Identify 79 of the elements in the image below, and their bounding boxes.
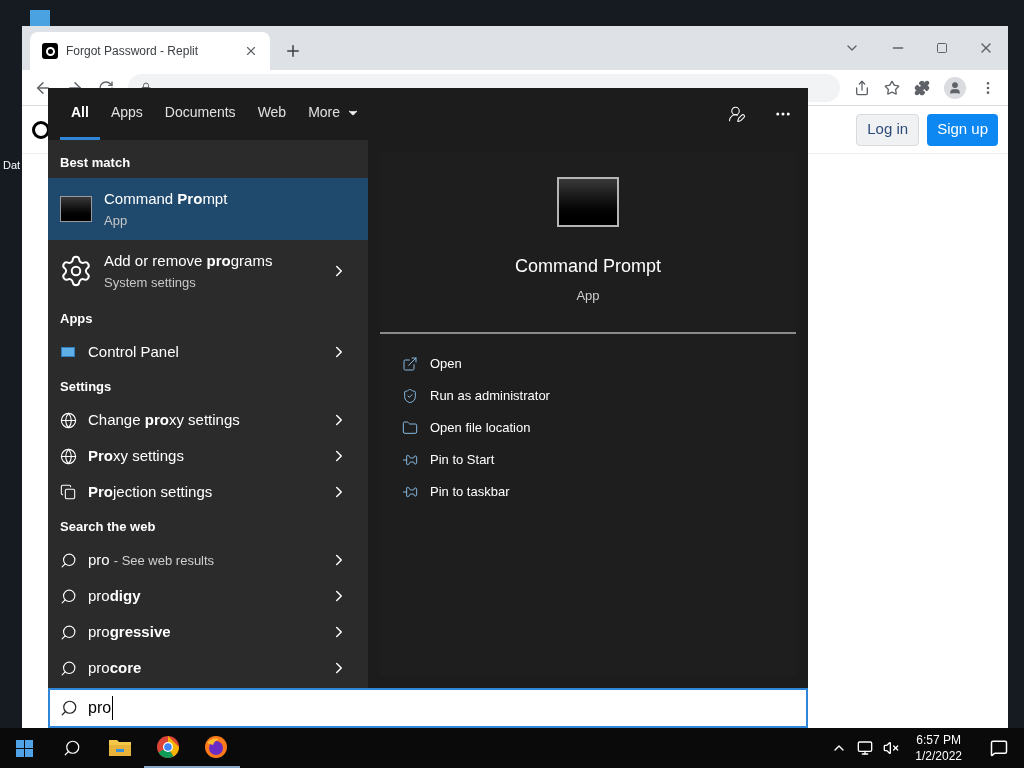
result-item[interactable]: procore — [48, 650, 368, 686]
result-item[interactable]: Projection settings — [48, 474, 368, 510]
filter-tab[interactable]: Web — [246, 88, 298, 140]
share-icon[interactable] — [854, 79, 870, 96]
extensions-icon[interactable] — [914, 79, 930, 96]
group-heading: Search the web — [59, 518, 157, 537]
preview-title: Command Prompt — [514, 255, 662, 278]
group-heading: Best match — [59, 154, 132, 173]
result-title: Change proxy settings — [88, 409, 240, 430]
control-panel-icon — [61, 347, 75, 357]
group-heading: Settings — [59, 378, 113, 397]
result-title: Control Panel — [88, 341, 179, 362]
globe-icon — [59, 411, 77, 429]
profile-icon[interactable] — [944, 76, 966, 99]
result-title: progressive — [88, 621, 171, 642]
result-item[interactable]: progressive — [48, 614, 368, 650]
result-hint: - See web results — [113, 551, 215, 570]
windows-logo-icon — [15, 739, 33, 757]
search-icon — [59, 659, 77, 677]
gear-icon — [59, 254, 93, 288]
result-item[interactable]: Control Panel — [48, 334, 368, 370]
notifications-icon[interactable] — [990, 739, 1008, 757]
maximize-icon[interactable] — [936, 42, 948, 54]
shield-icon — [402, 387, 418, 404]
search-icon — [59, 623, 77, 641]
clock-time[interactable]: 6:57 PM — [916, 732, 961, 748]
volume-muted-icon[interactable] — [883, 740, 900, 756]
action-item[interactable]: Open — [380, 347, 796, 380]
result-title: Add or remove programs — [104, 251, 273, 271]
globe-icon — [59, 447, 77, 465]
search-icon — [59, 551, 77, 569]
open-icon — [402, 355, 418, 372]
action-item[interactable]: Run as administrator — [380, 379, 796, 412]
chrome-icon — [156, 735, 180, 759]
result-item[interactable]: Proxy settings — [48, 438, 368, 474]
search-icon — [59, 587, 77, 605]
result-subtitle: App — [104, 211, 129, 230]
sign-up-button[interactable]: Sign up — [927, 113, 998, 146]
result-subtitle: System settings — [104, 273, 197, 292]
screens-icon — [60, 484, 76, 500]
group-heading: Apps — [59, 310, 94, 329]
new-tab-icon[interactable] — [284, 42, 302, 60]
action-item[interactable]: Pin to Start — [380, 443, 796, 476]
search-query: pro — [88, 696, 114, 720]
close-tab-icon[interactable] — [244, 44, 258, 58]
result-item[interactable]: pro - See web results — [48, 542, 368, 578]
result-item[interactable]: prodigy — [48, 578, 368, 614]
firefox-icon — [204, 735, 228, 759]
folder-icon — [402, 419, 418, 436]
network-icon[interactable] — [857, 740, 874, 756]
feedback-icon[interactable] — [728, 105, 746, 123]
result-title: procore — [88, 657, 142, 678]
preview-subtitle: App — [576, 287, 600, 305]
result-item[interactable]: Add or remove programs System settings — [48, 240, 368, 302]
folder-icon — [108, 737, 132, 757]
filter-tab[interactable]: Apps — [99, 88, 154, 140]
result-title: prodigy — [88, 585, 141, 606]
result-item[interactable]: Command Prompt App — [48, 178, 368, 240]
result-title: Command Prompt — [104, 189, 228, 209]
search-box[interactable]: pro — [48, 688, 808, 728]
search-icon[interactable] — [63, 739, 81, 757]
filter-tab[interactable]: Documents — [153, 88, 247, 140]
replit-logo-icon — [42, 43, 58, 59]
action-item[interactable]: Pin to taskbar — [380, 475, 796, 508]
filter-tab[interactable]: More — [297, 88, 372, 140]
search-icon — [60, 699, 78, 717]
browser-tab[interactable]: Forgot Password - Replit — [30, 32, 270, 70]
clock-date[interactable]: 1/2/2022 — [915, 748, 962, 764]
result-title: Projection settings — [88, 481, 213, 502]
terminal-icon — [60, 196, 92, 222]
result-title: Proxy settings — [88, 445, 184, 466]
result-item[interactable]: Change proxy settings — [48, 402, 368, 438]
bookmark-star-icon[interactable] — [884, 79, 900, 96]
desktop-icon-label[interactable]: Dat — [3, 157, 21, 174]
action-item[interactable]: Open file location — [380, 411, 796, 444]
result-title: pro — [88, 549, 110, 570]
log-in-button[interactable]: Log in — [856, 113, 920, 146]
terminal-icon — [557, 177, 619, 227]
tab-title: Forgot Password - Replit — [66, 43, 200, 60]
